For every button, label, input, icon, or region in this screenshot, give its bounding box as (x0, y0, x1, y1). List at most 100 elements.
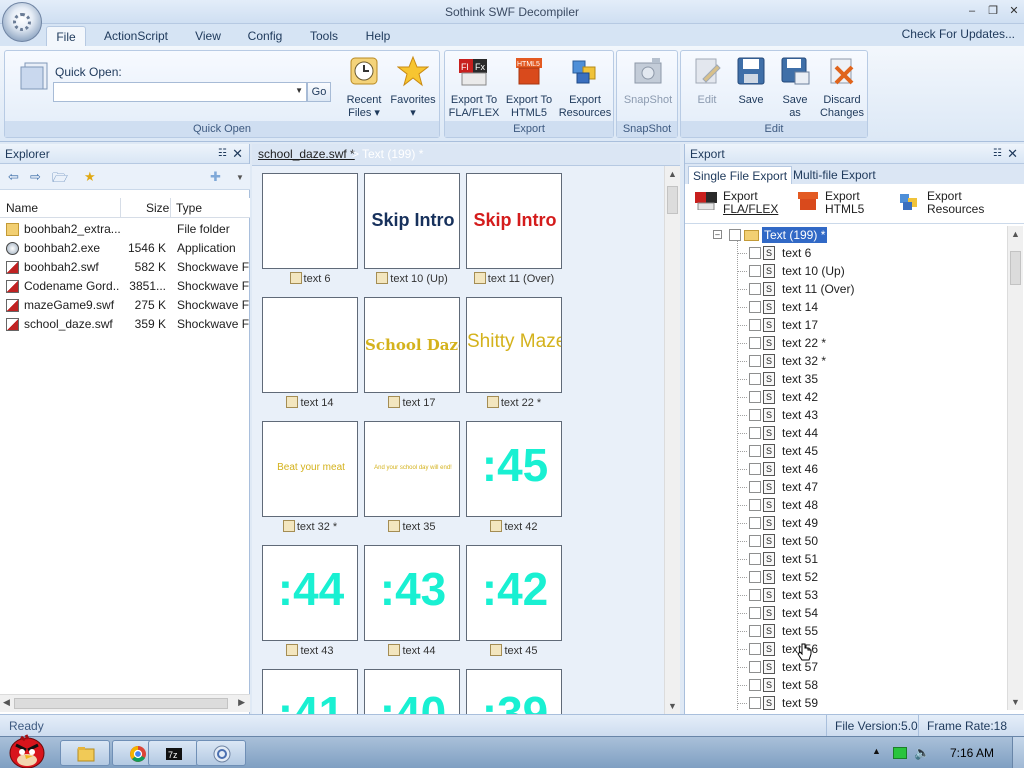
scroll-right-icon[interactable]: ▶ (238, 697, 245, 708)
tree-item-checkbox[interactable] (749, 625, 761, 637)
tree-item-checkbox[interactable] (749, 445, 761, 457)
thumbnail-caption[interactable]: text 44 (362, 644, 462, 662)
file-row[interactable]: boohbah2.swf 582 K Shockwave Fl (0, 258, 250, 277)
close-icon[interactable]: ✕ (232, 144, 243, 164)
edit-button[interactable]: Edit (685, 55, 729, 107)
export-fla-button[interactable]: Fl Fx Export To FLA/FLEX (447, 55, 501, 120)
tab-help[interactable]: Help (358, 26, 398, 46)
tree-item[interactable]: Stext 49 (685, 514, 1005, 532)
tree-item[interactable]: Stext 44 (685, 424, 1005, 442)
close-icon[interactable]: ✕ (1007, 144, 1018, 164)
snapshot-button[interactable]: SnapShot (619, 55, 677, 107)
discard-changes-button[interactable]: Discard Changes (817, 55, 867, 120)
folder-up-icon[interactable]: 🗁 (52, 169, 68, 191)
text-thumbnail[interactable]: :42 (466, 545, 562, 641)
thumbnail-caption[interactable]: text 43 (260, 644, 360, 662)
file-row[interactable]: Codename Gord... 3851... Shockwave Fl (0, 277, 250, 296)
tree-item[interactable]: Stext 53 (685, 586, 1005, 604)
tree-item[interactable]: Stext 47 (685, 478, 1005, 496)
favorites-button[interactable]: Favorites ▾ (389, 55, 437, 120)
tree-item-checkbox[interactable] (749, 517, 761, 529)
tree-item-checkbox[interactable] (749, 319, 761, 331)
scroll-down-icon[interactable]: ▼ (1011, 697, 1020, 707)
tab-single-file-export[interactable]: Single File Export (688, 166, 793, 184)
tree-item-checkbox[interactable] (749, 553, 761, 565)
horizontal-scrollbar[interactable]: ◀ ▶ (0, 694, 250, 712)
text-thumbnail[interactable]: :39 (466, 669, 562, 714)
tree-item-checkbox[interactable] (749, 643, 761, 655)
chevron-down-icon[interactable]: ▼ (236, 173, 244, 182)
tree-root-text-node[interactable]: – Text (199) * (713, 226, 1007, 244)
text-thumbnail[interactable]: And your school day will end! (364, 421, 460, 517)
pin-icon[interactable]: ☷ (218, 144, 227, 164)
tree-item-checkbox[interactable] (749, 283, 761, 295)
tree-item[interactable]: Stext 56 (685, 640, 1005, 658)
thumbnail-caption[interactable]: text 45 (464, 644, 564, 662)
tree-item[interactable]: Stext 46 (685, 460, 1005, 478)
chevron-down-icon[interactable]: ▼ (295, 86, 303, 95)
tab-school-daze-swf[interactable]: school_daze.swf * (258, 147, 355, 161)
file-row[interactable]: mazeGame9.swf 275 K Shockwave Fl (0, 296, 250, 315)
show-desktop-button[interactable] (1012, 737, 1024, 768)
export-html5-button[interactable]: Export HTML5 (798, 190, 864, 216)
text-thumbnail[interactable]: Beat your meat (262, 421, 358, 517)
taskbar-7zip[interactable]: 7z (148, 740, 198, 766)
maximize-button[interactable]: ❐ (985, 4, 1001, 18)
go-button[interactable]: Go (307, 82, 331, 102)
tree-item[interactable]: Stext 6 (685, 244, 1005, 262)
tree-item-checkbox[interactable] (749, 481, 761, 493)
thumbnail-caption[interactable]: text 32 * (260, 520, 360, 538)
quick-open-input[interactable]: ▼ (53, 82, 307, 102)
save-as-button[interactable]: Save as (773, 55, 817, 120)
tree-item[interactable]: Stext 59 (685, 694, 1005, 710)
export-html5-button[interactable]: HTML5 Export To HTML5 (501, 55, 557, 120)
tree-item-checkbox[interactable] (749, 499, 761, 511)
tree-item-checkbox[interactable] (749, 301, 761, 313)
tray-show-hidden-icon[interactable]: ▲ (872, 746, 881, 756)
taskbar-file-explorer[interactable] (60, 740, 110, 766)
application-menu-button[interactable] (2, 2, 42, 42)
text-thumbnail[interactable] (262, 297, 358, 393)
text-thumbnail[interactable]: :40 (364, 669, 460, 714)
tree-item[interactable]: Stext 32 * (685, 352, 1005, 370)
tray-clock[interactable]: 7:16 AM (950, 746, 994, 760)
export-resources-button[interactable]: Export Resources (557, 55, 613, 120)
thumbnail-caption[interactable]: text 6 (260, 272, 360, 290)
tree-item[interactable]: Stext 17 (685, 316, 1005, 334)
column-divider[interactable] (170, 198, 171, 218)
tree-item[interactable]: Stext 22 * (685, 334, 1005, 352)
tree-vertical-scrollbar[interactable]: ▲ ▼ (1007, 226, 1023, 710)
text-thumbnail[interactable]: Shitty Maze (466, 297, 562, 393)
file-row[interactable]: boohbah2.exe 1546 K Application (0, 239, 250, 258)
taskbar-sothink[interactable] (196, 740, 246, 766)
tree-item[interactable]: Stext 42 (685, 388, 1005, 406)
tree-item-checkbox[interactable] (749, 607, 761, 619)
recent-files-button[interactable]: Recent Files ▾ (341, 55, 387, 120)
tab-actionscript[interactable]: ActionScript (98, 26, 174, 46)
tree-item-checkbox[interactable] (749, 463, 761, 475)
favorites-star-icon[interactable]: ★ (84, 169, 96, 185)
tray-volume-icon[interactable]: 🔈 (914, 745, 930, 761)
tree-item[interactable]: Stext 43 (685, 406, 1005, 424)
tree-item[interactable]: Stext 14 (685, 298, 1005, 316)
tab-tools[interactable]: Tools (304, 26, 344, 46)
thumbnail-caption[interactable]: text 11 (Over) (464, 272, 564, 290)
tab-multi-file-export[interactable]: Multi-file Export (789, 166, 880, 184)
check-for-updates-link[interactable]: Check For Updates... (902, 27, 1015, 41)
tree-item[interactable]: Stext 51 (685, 550, 1005, 568)
tree-item-checkbox[interactable] (749, 265, 761, 277)
file-row[interactable]: school_daze.swf 359 K Shockwave Fl (0, 315, 250, 334)
scroll-down-icon[interactable]: ▼ (668, 701, 677, 711)
tree-item[interactable]: Stext 54 (685, 604, 1005, 622)
export-fla-flex-button[interactable]: Export FLA/FLEX (695, 190, 778, 216)
tab-view[interactable]: View (188, 26, 228, 46)
thumbnail-caption[interactable]: text 42 (464, 520, 564, 538)
thumbnail-caption[interactable]: text 17 (362, 396, 462, 414)
tree-item[interactable]: Stext 58 (685, 676, 1005, 694)
tree-item[interactable]: Stext 35 (685, 370, 1005, 388)
tree-item-checkbox[interactable] (749, 355, 761, 367)
tree-item[interactable]: Stext 10 (Up) (685, 262, 1005, 280)
thumbnail-caption[interactable]: text 35 (362, 520, 462, 538)
thumbnail-caption[interactable]: text 10 (Up) (362, 272, 462, 290)
tree-item-checkbox[interactable] (749, 679, 761, 691)
